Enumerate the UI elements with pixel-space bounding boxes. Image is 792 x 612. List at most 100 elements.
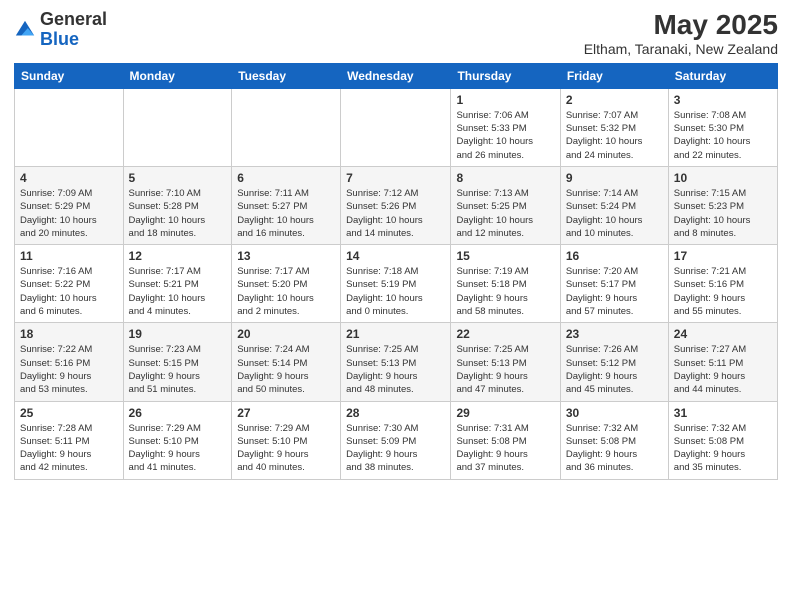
calendar-cell: 31Sunrise: 7:32 AMSunset: 5:08 PMDayligh…	[668, 401, 777, 479]
day-info: Sunrise: 7:17 AMSunset: 5:20 PMDaylight:…	[237, 265, 335, 318]
calendar-cell: 3Sunrise: 7:08 AMSunset: 5:30 PMDaylight…	[668, 88, 777, 166]
day-number: 9	[566, 171, 663, 185]
calendar-header-friday: Friday	[560, 63, 668, 88]
day-info: Sunrise: 7:13 AMSunset: 5:25 PMDaylight:…	[456, 187, 554, 240]
calendar-table: SundayMondayTuesdayWednesdayThursdayFrid…	[14, 63, 778, 480]
calendar-cell: 20 Sunrise: 7:24 AMSunset: 5:14 PMDayligh…	[232, 323, 341, 401]
day-info: Sunrise: 7:32 AMSunset: 5:08 PMDaylight:…	[674, 422, 772, 475]
day-info: Sunrise: 7:26 AMSunset: 5:12 PMDaylight:…	[566, 343, 663, 396]
day-number: 12	[129, 249, 227, 263]
page-title: May 2025	[584, 10, 778, 41]
calendar-cell: 28 Sunrise: 7:30 AMSunset: 5:09 PMDayligh…	[341, 401, 451, 479]
day-number: 20	[237, 327, 335, 341]
day-number: 29	[456, 406, 554, 420]
day-info: Sunrise: 7:16 AMSunset: 5:22 PMDaylight:…	[20, 265, 118, 318]
title-block: May 2025 Eltham, Taranaki, New Zealand	[584, 10, 778, 57]
day-info: Sunrise: 7:21 AMSunset: 5:16 PMDaylight:…	[674, 265, 772, 318]
day-number: 23	[566, 327, 663, 341]
calendar-cell: 11 Sunrise: 7:16 AMSunset: 5:22 PMDayligh…	[15, 245, 124, 323]
calendar-cell: 18 Sunrise: 7:22 AMSunset: 5:16 PMDayligh…	[15, 323, 124, 401]
day-info: Sunrise: 7:15 AMSunset: 5:23 PMDaylight:…	[674, 187, 772, 240]
day-info: Sunrise: 7:22 AMSunset: 5:16 PMDaylight:…	[20, 343, 118, 396]
calendar-cell: 8 Sunrise: 7:13 AMSunset: 5:25 PMDaylight…	[451, 166, 560, 244]
calendar-cell	[232, 88, 341, 166]
day-info: Sunrise: 7:29 AMSunset: 5:10 PMDaylight:…	[237, 422, 335, 475]
calendar-cell: 24 Sunrise: 7:27 AMSunset: 5:11 PMDayligh…	[668, 323, 777, 401]
day-info: Sunrise: 7:24 AMSunset: 5:14 PMDaylight:…	[237, 343, 335, 396]
day-number: 27	[237, 406, 335, 420]
calendar-header-monday: Monday	[123, 63, 232, 88]
day-info: Sunrise: 7:28 AMSunset: 5:11 PMDaylight:…	[20, 422, 118, 475]
calendar-cell: 14 Sunrise: 7:18 AMSunset: 5:19 PMDayligh…	[341, 245, 451, 323]
calendar-cell: 16Sunrise: 7:20 AMSunset: 5:17 PMDayligh…	[560, 245, 668, 323]
day-number: 14	[346, 249, 445, 263]
calendar-cell: 15Sunrise: 7:19 AMSunset: 5:18 PMDayligh…	[451, 245, 560, 323]
day-info: Sunrise: 7:06 AMSunset: 5:33 PMDaylight:…	[456, 109, 554, 162]
logo-text: General Blue	[40, 10, 107, 50]
calendar-cell	[123, 88, 232, 166]
day-info: Sunrise: 7:17 AMSunset: 5:21 PMDaylight:…	[129, 265, 227, 318]
day-info: Sunrise: 7:11 AMSunset: 5:27 PMDaylight:…	[237, 187, 335, 240]
day-number: 11	[20, 249, 118, 263]
calendar-row-1: 1 Sunrise: 7:06 AMSunset: 5:33 PMDaylight…	[15, 88, 778, 166]
day-number: 7	[346, 171, 445, 185]
calendar-cell: 21Sunrise: 7:25 AMSunset: 5:13 PMDayligh…	[341, 323, 451, 401]
day-info: Sunrise: 7:14 AMSunset: 5:24 PMDaylight:…	[566, 187, 663, 240]
calendar-header-row: SundayMondayTuesdayWednesdayThursdayFrid…	[15, 63, 778, 88]
day-number: 25	[20, 406, 118, 420]
calendar-cell: 19 Sunrise: 7:23 AMSunset: 5:15 PMDayligh…	[123, 323, 232, 401]
logo-icon	[14, 19, 36, 41]
calendar-cell: 22 Sunrise: 7:25 AMSunset: 5:13 PMDayligh…	[451, 323, 560, 401]
day-info: Sunrise: 7:29 AMSunset: 5:10 PMDaylight:…	[129, 422, 227, 475]
calendar-cell: 10 Sunrise: 7:15 AMSunset: 5:23 PMDayligh…	[668, 166, 777, 244]
day-number: 1	[456, 93, 554, 107]
calendar-cell: 17 Sunrise: 7:21 AMSunset: 5:16 PMDayligh…	[668, 245, 777, 323]
day-number: 5	[129, 171, 227, 185]
day-info: Sunrise: 7:19 AMSunset: 5:18 PMDaylight:…	[456, 265, 554, 318]
day-info: Sunrise: 7:10 AMSunset: 5:28 PMDaylight:…	[129, 187, 227, 240]
day-number: 13	[237, 249, 335, 263]
calendar-cell: 9 Sunrise: 7:14 AMSunset: 5:24 PMDaylight…	[560, 166, 668, 244]
page-header: General Blue May 2025 Eltham, Taranaki, …	[14, 10, 778, 57]
day-info: Sunrise: 7:18 AMSunset: 5:19 PMDaylight:…	[346, 265, 445, 318]
calendar-cell: 4 Sunrise: 7:09 AMSunset: 5:29 PMDaylight…	[15, 166, 124, 244]
day-number: 24	[674, 327, 772, 341]
calendar-cell: 26 Sunrise: 7:29 AMSunset: 5:10 PMDayligh…	[123, 401, 232, 479]
day-info: Sunrise: 7:20 AMSunset: 5:17 PMDaylight:…	[566, 265, 663, 318]
calendar-header-sunday: Sunday	[15, 63, 124, 88]
day-number: 18	[20, 327, 118, 341]
calendar-header-wednesday: Wednesday	[341, 63, 451, 88]
day-number: 19	[129, 327, 227, 341]
calendar-cell: 25 Sunrise: 7:28 AMSunset: 5:11 PMDayligh…	[15, 401, 124, 479]
calendar-row-2: 4 Sunrise: 7:09 AMSunset: 5:29 PMDaylight…	[15, 166, 778, 244]
day-number: 22	[456, 327, 554, 341]
day-number: 6	[237, 171, 335, 185]
day-info: Sunrise: 7:07 AMSunset: 5:32 PMDaylight:…	[566, 109, 663, 162]
day-info: Sunrise: 7:31 AMSunset: 5:08 PMDaylight:…	[456, 422, 554, 475]
calendar-row-5: 25 Sunrise: 7:28 AMSunset: 5:11 PMDayligh…	[15, 401, 778, 479]
day-info: Sunrise: 7:25 AMSunset: 5:13 PMDaylight:…	[456, 343, 554, 396]
calendar-cell	[15, 88, 124, 166]
day-number: 4	[20, 171, 118, 185]
calendar-row-4: 18 Sunrise: 7:22 AMSunset: 5:16 PMDayligh…	[15, 323, 778, 401]
calendar-cell: 29 Sunrise: 7:31 AMSunset: 5:08 PMDayligh…	[451, 401, 560, 479]
calendar-cell: 1 Sunrise: 7:06 AMSunset: 5:33 PMDaylight…	[451, 88, 560, 166]
day-info: Sunrise: 7:09 AMSunset: 5:29 PMDaylight:…	[20, 187, 118, 240]
day-number: 28	[346, 406, 445, 420]
day-number: 17	[674, 249, 772, 263]
calendar-header-thursday: Thursday	[451, 63, 560, 88]
day-number: 10	[674, 171, 772, 185]
day-number: 21	[346, 327, 445, 341]
calendar-header-tuesday: Tuesday	[232, 63, 341, 88]
calendar-cell: 6 Sunrise: 7:11 AMSunset: 5:27 PMDaylight…	[232, 166, 341, 244]
day-info: Sunrise: 7:23 AMSunset: 5:15 PMDaylight:…	[129, 343, 227, 396]
calendar-cell: 7 Sunrise: 7:12 AMSunset: 5:26 PMDaylight…	[341, 166, 451, 244]
day-number: 3	[674, 93, 772, 107]
calendar-cell: 2 Sunrise: 7:07 AMSunset: 5:32 PMDaylight…	[560, 88, 668, 166]
day-info: Sunrise: 7:12 AMSunset: 5:26 PMDaylight:…	[346, 187, 445, 240]
day-info: Sunrise: 7:27 AMSunset: 5:11 PMDaylight:…	[674, 343, 772, 396]
day-number: 8	[456, 171, 554, 185]
day-info: Sunrise: 7:30 AMSunset: 5:09 PMDaylight:…	[346, 422, 445, 475]
day-number: 26	[129, 406, 227, 420]
day-number: 2	[566, 93, 663, 107]
